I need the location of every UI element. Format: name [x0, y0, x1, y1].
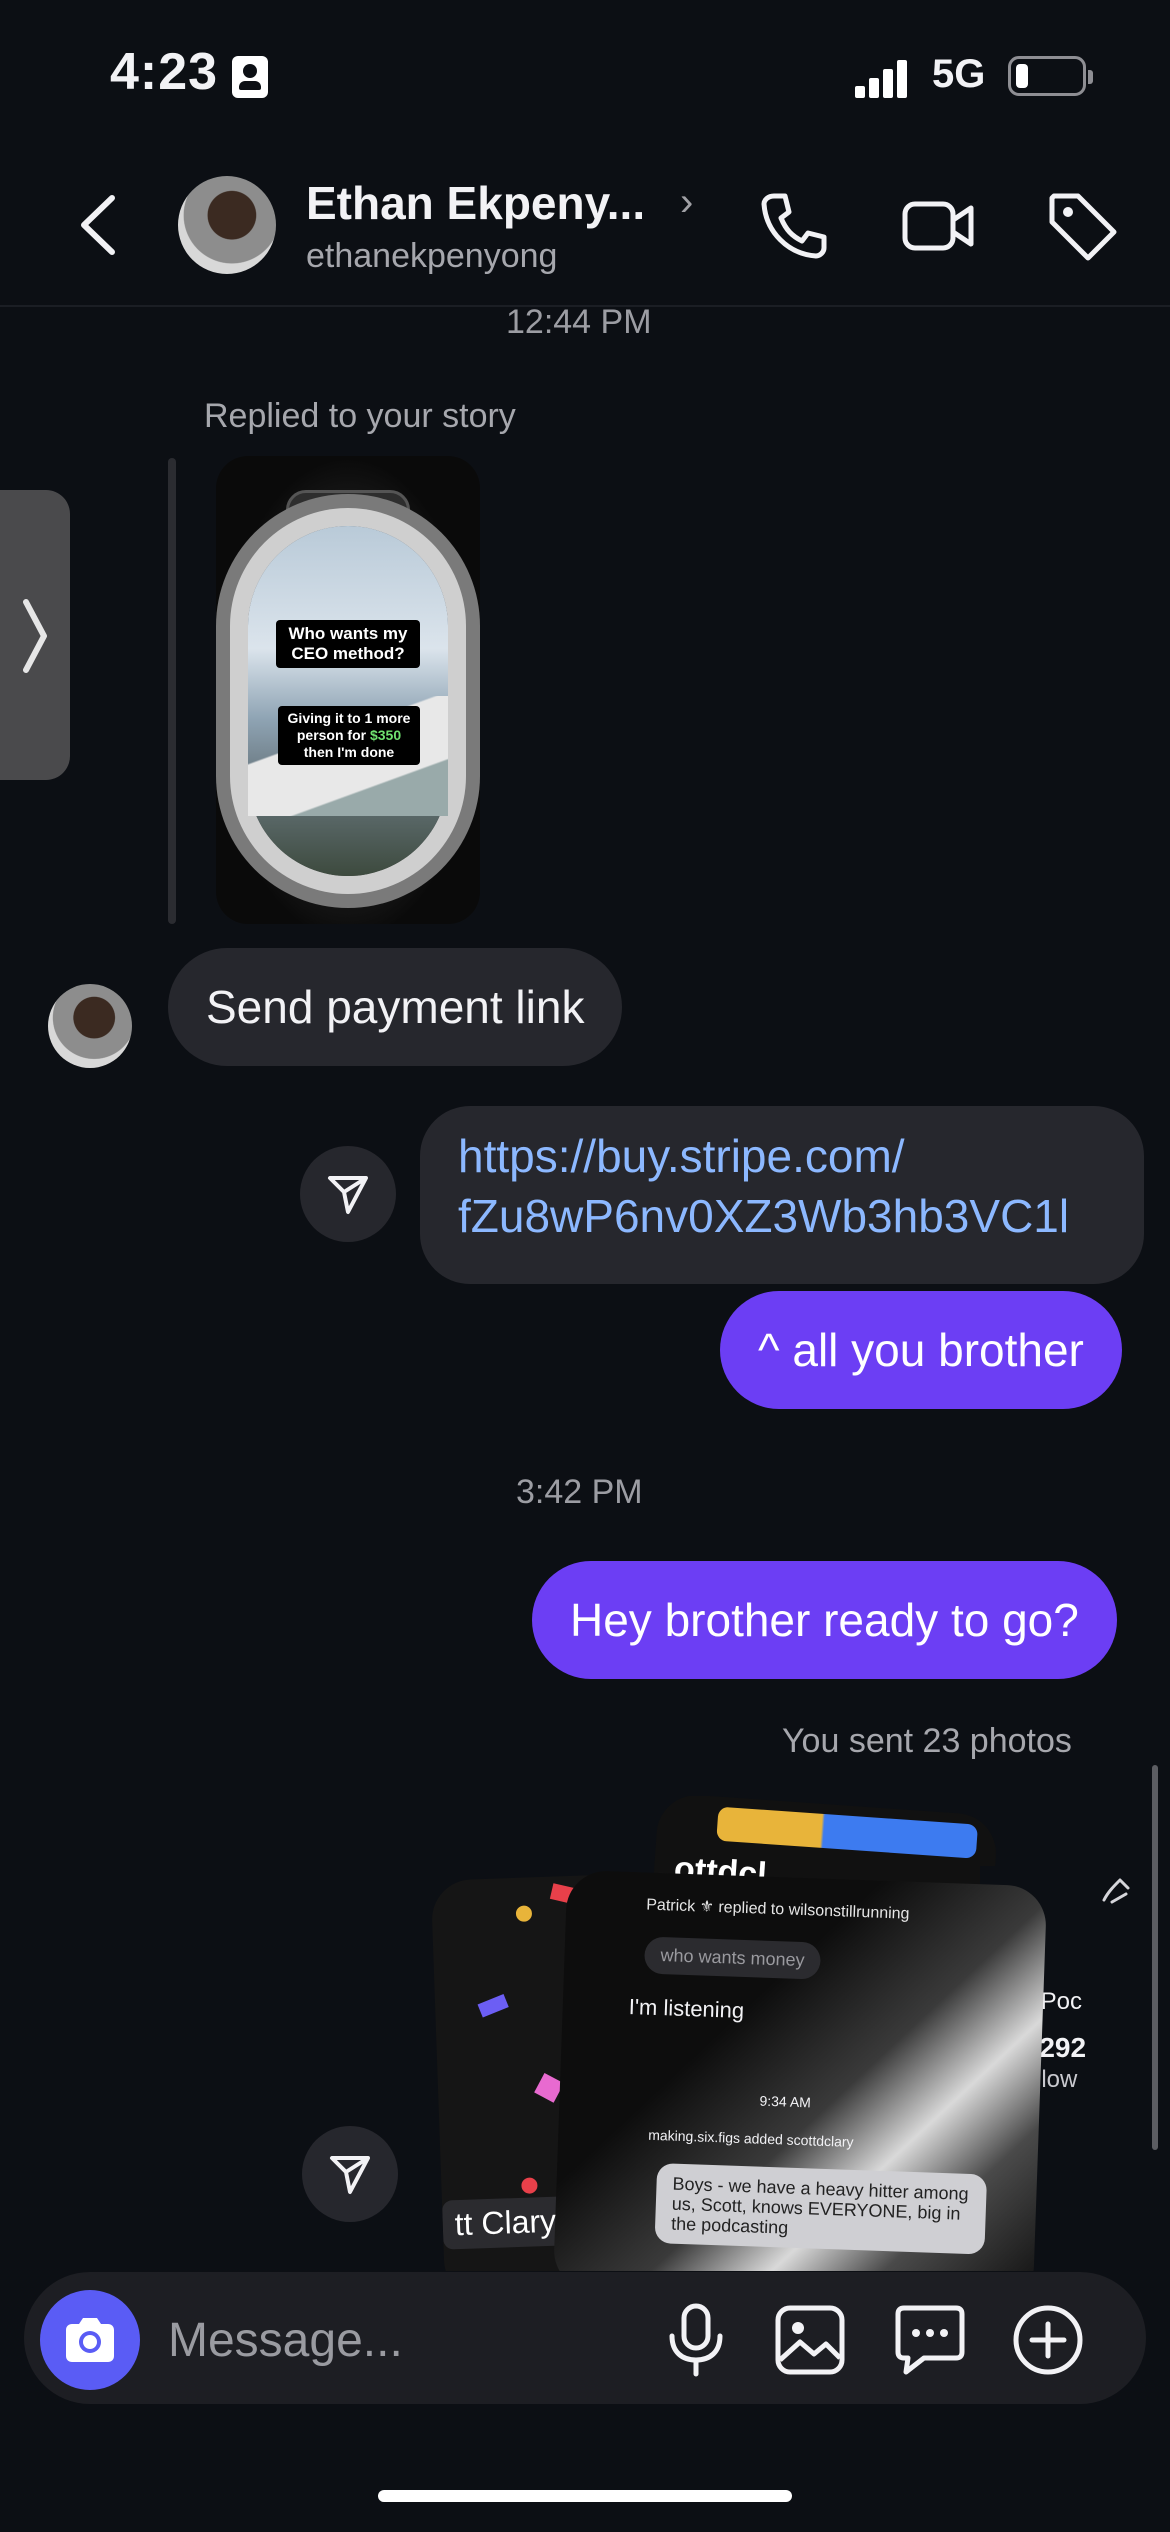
airplane-window-image: [248, 526, 448, 876]
scrollbar[interactable]: [1152, 1765, 1158, 2150]
video-icon[interactable]: [900, 188, 976, 264]
payment-link-message[interactable]: https://buy.stripe.com/ fZu8wP6nv0XZ3Wb3…: [420, 1106, 1144, 1284]
received-message[interactable]: Send payment link: [168, 948, 623, 1066]
timestamp: 12:44 PM: [506, 303, 652, 341]
react-icon[interactable]: [1098, 1872, 1134, 1912]
focus-id-icon: [232, 56, 268, 98]
cellular-signal-icon: [855, 58, 907, 98]
story-caption-price: Giving it to 1 more person for $350 then…: [278, 706, 420, 765]
gallery-icon[interactable]: [770, 2300, 850, 2380]
network-type: 5G: [932, 52, 986, 96]
contact-username[interactable]: ethanekpenyong: [306, 237, 557, 276]
home-indicator[interactable]: [378, 2490, 792, 2502]
sent-message[interactable]: ^ all you brother: [720, 1291, 1122, 1409]
side-drawer-tab[interactable]: [0, 490, 70, 780]
battery-icon: [1008, 56, 1093, 96]
sticker-chat-icon[interactable]: [890, 2300, 970, 2380]
link-line[interactable]: https://buy.stripe.com/: [458, 1126, 1106, 1186]
camera-button[interactable]: [40, 2290, 140, 2390]
photo-stack[interactable]: ottdcl tory Poc 2,292 follow more tt Cla…: [420, 1796, 1120, 2271]
tag-icon[interactable]: [1044, 188, 1120, 264]
photo-card[interactable]: Patrick ⚜ replied to wilsonstillrunning …: [552, 1869, 1048, 2271]
story-thumbnail[interactable]: Who wants my CEO method? Giving it to 1 …: [216, 456, 480, 924]
plus-icon[interactable]: [1008, 2300, 1088, 2380]
phone-icon[interactable]: [756, 188, 832, 264]
camera-icon: [66, 2318, 114, 2362]
timestamp: 3:42 PM: [516, 1473, 643, 1511]
chevron-right-icon[interactable]: ›: [680, 180, 693, 225]
sender-avatar[interactable]: [48, 984, 132, 1068]
link-line[interactable]: fZu8wP6nv0XZ3Wb3hb3VC1l: [458, 1186, 1106, 1246]
photos-count-label: You sent 23 photos: [782, 1722, 1072, 1760]
contact-avatar[interactable]: [178, 176, 276, 274]
contact-name[interactable]: Ethan Ekpeny...: [306, 176, 645, 230]
share-icon[interactable]: [302, 2126, 398, 2222]
message-input[interactable]: [168, 2310, 648, 2370]
microphone-icon[interactable]: [656, 2300, 736, 2380]
sent-message[interactable]: Hey brother ready to go?: [532, 1561, 1117, 1679]
share-icon[interactable]: [300, 1146, 396, 1242]
reply-quote-bar: [168, 458, 176, 924]
story-caption: Who wants my CEO method?: [276, 620, 420, 668]
back-icon[interactable]: [70, 190, 130, 260]
story-reply-label: Replied to your story: [204, 397, 516, 435]
status-time: 4:23: [110, 43, 219, 101]
